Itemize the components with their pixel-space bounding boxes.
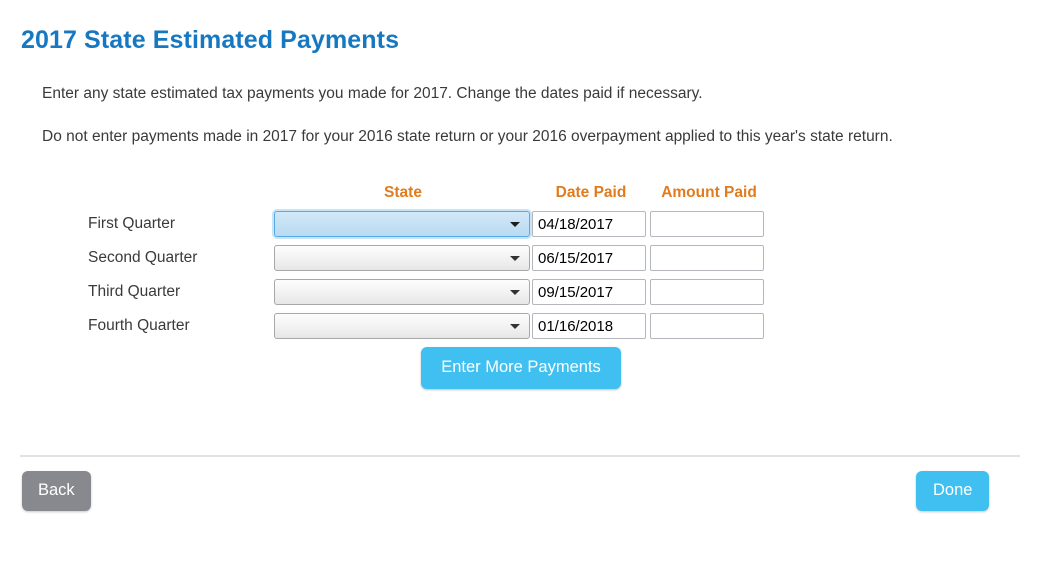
state-select-value-second-quarter [275, 246, 529, 250]
table-row: Second Quarter [88, 245, 768, 279]
amount-paid-input-third-quarter[interactable] [650, 279, 764, 305]
date-cell-first-quarter [532, 211, 650, 245]
state-select-fourth-quarter[interactable] [274, 313, 530, 339]
state-select-second-quarter[interactable] [274, 245, 530, 271]
table-row: Fourth Quarter [88, 313, 768, 347]
spacer-cell [88, 347, 274, 397]
table-header-row: State Date Paid Amount Paid [88, 184, 768, 211]
row-label-third-quarter: Third Quarter [88, 283, 181, 300]
chevron-down-icon [510, 324, 520, 329]
amount-cell-third-quarter [650, 279, 768, 313]
date-paid-input-fourth-quarter[interactable] [532, 313, 646, 339]
enter-more-payments-button[interactable]: Enter More Payments [421, 347, 621, 389]
date-cell-fourth-quarter [532, 313, 650, 347]
back-button[interactable]: Back [22, 471, 91, 511]
state-cell-third-quarter [274, 279, 532, 313]
column-header-date-paid: Date Paid [555, 184, 627, 201]
amount-cell-second-quarter [650, 245, 768, 279]
amount-paid-input-second-quarter[interactable] [650, 245, 764, 271]
chevron-down-icon [510, 256, 520, 261]
date-paid-input-first-quarter[interactable] [532, 211, 646, 237]
amount-paid-input-first-quarter[interactable] [650, 211, 764, 237]
state-select-first-quarter[interactable] [274, 211, 530, 237]
page-title: 2017 State Estimated Payments [21, 26, 400, 54]
date-paid-input-third-quarter[interactable] [532, 279, 646, 305]
state-select-value-first-quarter [275, 212, 529, 216]
row-label-fourth-quarter: Fourth Quarter [88, 317, 190, 334]
done-button[interactable]: Done [916, 471, 990, 511]
state-cell-fourth-quarter [274, 313, 532, 347]
enter-more-payments-row: Enter More Payments [88, 347, 768, 397]
amount-cell-first-quarter [650, 211, 768, 245]
column-header-row-label [88, 184, 274, 211]
date-paid-input-second-quarter[interactable] [532, 245, 646, 271]
table-row: First Quarter [88, 211, 768, 245]
state-select-value-third-quarter [275, 280, 529, 284]
chevron-down-icon [510, 290, 520, 295]
estimated-payments-table: State Date Paid Amount Paid First Quarte… [88, 184, 768, 397]
date-cell-third-quarter [532, 279, 650, 313]
enter-more-payments-cell: Enter More Payments [274, 347, 768, 397]
row-label-first-quarter: First Quarter [88, 215, 175, 232]
column-header-amount-paid: Amount Paid [661, 184, 757, 201]
row-label-second-quarter: Second Quarter [88, 249, 198, 266]
column-header-state: State [384, 184, 422, 201]
chevron-down-icon [510, 222, 520, 227]
footer-divider [20, 455, 1020, 457]
table-row: Third Quarter [88, 279, 768, 313]
state-cell-second-quarter [274, 245, 532, 279]
amount-cell-fourth-quarter [650, 313, 768, 347]
state-cell-first-quarter [274, 211, 532, 245]
date-cell-second-quarter [532, 245, 650, 279]
intro-paragraph-1: Enter any state estimated tax payments y… [42, 85, 703, 102]
state-select-third-quarter[interactable] [274, 279, 530, 305]
state-select-value-fourth-quarter [275, 314, 529, 318]
amount-paid-input-fourth-quarter[interactable] [650, 313, 764, 339]
intro-paragraph-2: Do not enter payments made in 2017 for y… [42, 128, 893, 145]
